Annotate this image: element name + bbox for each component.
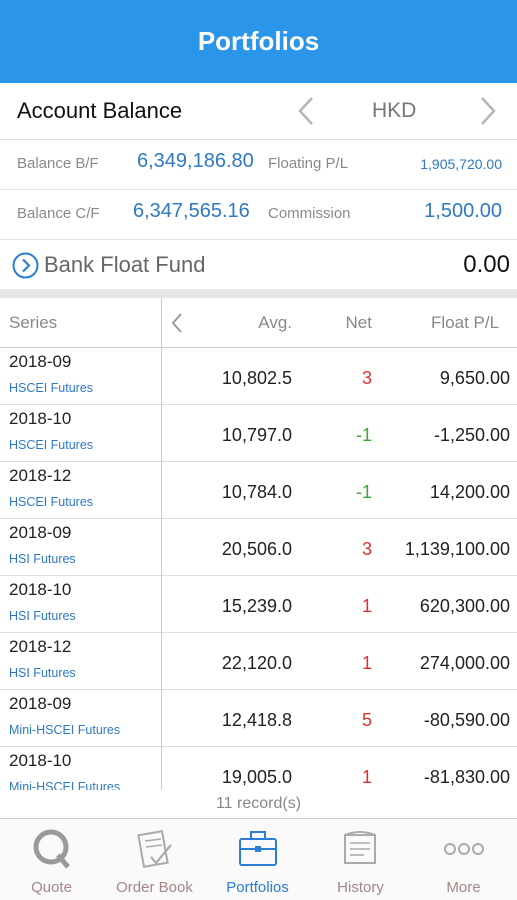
balance-bf-value: 6,349,186.80 <box>137 150 254 172</box>
table-row[interactable]: 2018-12 HSI Futures 22,120.0 1 274,000.00 <box>0 633 517 690</box>
row-float-pl: 14,200.00 <box>429 482 510 502</box>
row-series: 2018-10 <box>9 409 72 428</box>
record-count: 11 record(s) <box>215 795 302 812</box>
balance-row-cf: Balance C/F 6,347,565.16 Commission 1,50… <box>0 190 517 240</box>
chevron-left-icon[interactable] <box>296 95 316 127</box>
row-float-pl: 1,139,100.00 <box>404 539 510 559</box>
row-avg: 10,784.0 <box>221 482 292 502</box>
row-float-pl: -80,590.00 <box>423 710 510 730</box>
row-series: 2018-09 <box>9 523 72 542</box>
row-float-pl: 9,650.00 <box>439 368 510 388</box>
row-product: HSCEI Futures <box>9 438 94 452</box>
row-float-pl: -1,250.00 <box>433 425 510 445</box>
table-header: Series Avg. Net Float P/L <box>0 298 517 348</box>
table-row[interactable]: 2018-09 HSI Futures 20,506.0 3 1,139,100.00 <box>0 519 517 576</box>
table-row[interactable]: 2018-10 HSI Futures 15,239.0 1 620,300.00 <box>0 576 517 633</box>
table-row[interactable]: 2018-10 HSCEI Futures 10,797.0 -1 -1,250.00 <box>0 405 517 462</box>
row-float-pl: 274,000.00 <box>419 653 510 673</box>
col-series-header: Series <box>9 313 58 332</box>
tab-quote-label: Quote <box>31 879 72 896</box>
row-series: 2018-09 <box>9 694 72 713</box>
quote-icon <box>33 829 70 869</box>
row-net: -1 <box>355 425 372 445</box>
balance-cf-label: Balance C/F <box>17 205 100 222</box>
balance-cf-value: 6,347,565.16 <box>133 200 250 222</box>
tab-order-book[interactable]: Order Book <box>103 819 206 900</box>
row-avg: 22,120.0 <box>221 653 292 673</box>
row-net: 1 <box>361 767 372 787</box>
table-row[interactable]: 2018-09 Mini-HSCEI Futures 12,418.8 5 -80,59… <box>0 690 517 747</box>
table-row[interactable]: 2018-09 HSCEI Futures 10,802.5 3 9,650.00 <box>0 348 517 405</box>
tab-portfolios-label: Portfolios <box>226 879 289 896</box>
commission-value: 1,500.00 <box>424 200 502 222</box>
row-avg: 15,239.0 <box>221 596 292 616</box>
balance-bf-label: Balance B/F <box>17 155 99 172</box>
history-icon <box>344 831 376 864</box>
row-avg: 10,802.5 <box>221 368 292 388</box>
tab-portfolios[interactable]: Portfolios <box>206 819 309 900</box>
balance-row-bf: Balance B/F 6,349,186.80 Floating P/L 1,… <box>0 140 517 190</box>
row-avg: 12,418.8 <box>221 710 292 730</box>
col-net-header: Net <box>345 313 372 332</box>
chevron-left-icon[interactable] <box>170 311 184 335</box>
page-title: Portfolios <box>197 26 320 56</box>
row-product: HSCEI Futures <box>9 381 94 395</box>
row-float-pl: 620,300.00 <box>419 596 510 616</box>
row-net: -1 <box>355 482 372 502</box>
tab-history[interactable]: History <box>309 819 412 900</box>
account-balance-label: Account Balance <box>17 98 183 123</box>
tab-history-label: History <box>337 879 384 896</box>
row-net: 3 <box>361 539 372 559</box>
row-net: 1 <box>361 596 372 616</box>
order-book-icon <box>137 830 172 868</box>
column-divider <box>161 298 162 790</box>
row-series: 2018-12 <box>9 466 72 485</box>
row-product: Mini-HSCEI Futures <box>9 723 121 737</box>
row-avg: 20,506.0 <box>221 539 292 559</box>
row-product: HSI Futures <box>9 552 76 566</box>
briefcase-icon <box>239 831 277 866</box>
row-net: 3 <box>361 368 372 388</box>
floating-pl-value: 1,905,720.00 <box>420 156 502 172</box>
bank-float-row[interactable]: Bank Float Fund 0.00 <box>0 241 517 289</box>
row-product: HSCEI Futures <box>9 495 94 509</box>
row-product: Mini-HSCEI Futures <box>9 780 121 790</box>
floating-pl-label: Floating P/L <box>268 155 349 172</box>
row-avg: 10,797.0 <box>221 425 292 445</box>
positions-table: 2018-09 HSCEI Futures 10,802.5 3 9,650.00 201… <box>0 348 517 790</box>
commission-label: Commission <box>268 205 351 222</box>
account-selector: Account Balance HKD <box>0 83 517 140</box>
row-series: 2018-09 <box>9 352 72 371</box>
row-net: 1 <box>361 653 372 673</box>
tab-bar: Quote Order Book Portfolios History More <box>0 818 517 900</box>
bank-float-label: Bank Float Fund <box>44 252 206 277</box>
row-product: HSI Futures <box>9 666 76 680</box>
row-series: 2018-10 <box>9 580 72 599</box>
row-net: 5 <box>361 710 372 730</box>
chevron-right-icon[interactable] <box>478 95 498 127</box>
row-avg: 19,005.0 <box>221 767 292 787</box>
tab-more-label: More <box>446 879 481 896</box>
tab-more[interactable]: More <box>412 819 515 900</box>
tab-order-book-label: Order Book <box>116 879 193 896</box>
row-series: 2018-12 <box>9 637 72 656</box>
col-avg-header: Avg. <box>258 313 292 332</box>
bank-float-value: 0.00 <box>463 251 510 278</box>
more-icon <box>444 843 484 855</box>
nav-header: Portfolios <box>0 0 517 83</box>
row-series: 2018-10 <box>9 751 72 770</box>
row-float-pl: -81,830.00 <box>423 767 510 787</box>
currency-label: HKD <box>372 99 417 122</box>
table-row[interactable]: 2018-10 Mini-HSCEI Futures 19,005.0 1 -81,83… <box>0 747 517 790</box>
tab-quote[interactable]: Quote <box>0 819 103 900</box>
table-row[interactable]: 2018-12 HSCEI Futures 10,784.0 -1 14,200.00 <box>0 462 517 519</box>
row-product: HSI Futures <box>9 609 76 623</box>
section-divider <box>0 289 517 298</box>
col-float-header: Float P/L <box>431 313 500 332</box>
chevron-circle-right-icon[interactable] <box>12 252 39 279</box>
